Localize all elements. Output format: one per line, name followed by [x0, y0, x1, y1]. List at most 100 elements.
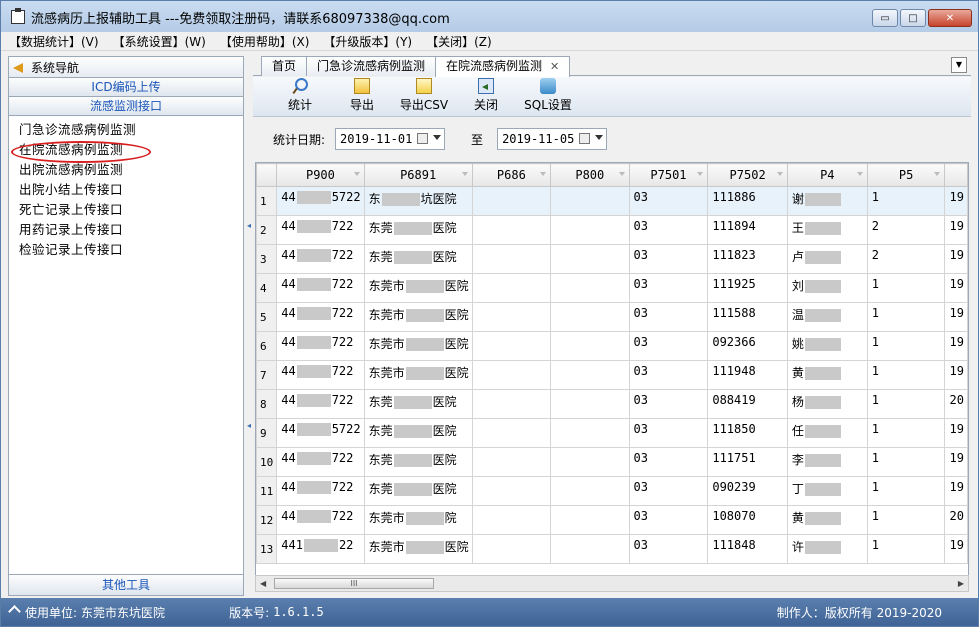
table-cell[interactable]: 111588 — [707, 302, 788, 332]
table-cell[interactable]: 20 — [944, 389, 968, 419]
table-cell[interactable] — [471, 389, 552, 419]
table-row[interactable]: 6 44 722 东莞市 医院 03 092366 姚 1 19 — [256, 331, 968, 361]
table-row[interactable]: 1 44 5722 东 坑医院 03 111886 谢 1 19 — [256, 186, 968, 216]
table-cell[interactable]: 111751 — [707, 447, 788, 477]
table-cell[interactable]: 杨 — [786, 389, 868, 419]
table-cell[interactable]: 1 — [866, 331, 946, 361]
table-row[interactable]: 4 44 722 东莞市 医院 03 111925 刘 1 19 — [256, 273, 968, 303]
table-cell[interactable]: 东莞 医院 — [363, 418, 473, 448]
table-row[interactable]: 11 44 722 东莞 医院 03 090239 丁 1 19 — [256, 476, 968, 506]
table-cell[interactable]: 19 — [944, 331, 968, 361]
table-cell[interactable]: 东莞 医院 — [363, 447, 473, 477]
table-cell[interactable]: 44 722 — [276, 273, 365, 303]
scroll-left-icon[interactable]: ◀ — [260, 579, 266, 588]
menu-upgrade[interactable]: 【升级版本】(Y) — [323, 33, 412, 50]
sidebar-item-outpatient-flu[interactable]: 门急诊流感病例监测 — [19, 120, 243, 140]
table-cell[interactable]: 1 — [866, 389, 946, 419]
table-cell[interactable]: 44 722 — [276, 447, 365, 477]
table-cell[interactable] — [550, 215, 630, 245]
chevron-up-icon[interactable] — [9, 607, 21, 617]
table-cell[interactable] — [550, 186, 630, 216]
table-cell[interactable]: 090239 — [707, 476, 788, 506]
table-cell[interactable]: 9 — [256, 418, 278, 448]
close-window-button[interactable]: ✕ — [928, 9, 972, 27]
table-row[interactable]: 8 44 722 东莞 医院 03 088419 杨 1 20 — [256, 389, 968, 419]
table-cell[interactable]: 东莞市 医院 — [363, 331, 473, 361]
sidebar-item-discharge-summary[interactable]: 出院小结上传接口 — [19, 180, 243, 200]
table-cell[interactable]: 44 722 — [276, 476, 365, 506]
close-tab-button[interactable]: 关闭 — [455, 77, 517, 116]
table-cell[interactable]: 李 — [786, 447, 868, 477]
table-cell[interactable]: 19 — [944, 360, 968, 390]
table-cell[interactable]: 03 — [628, 389, 709, 419]
table-cell[interactable]: 44 722 — [276, 244, 365, 274]
table-cell[interactable]: 2 — [866, 244, 946, 274]
tab-home[interactable]: 首页 — [261, 56, 308, 76]
table-cell[interactable] — [471, 302, 552, 332]
sidebar-tab-flu-interface[interactable]: 流感监测接口 — [9, 97, 243, 116]
table-cell[interactable]: 44 5722 — [276, 186, 365, 216]
table-cell[interactable]: 11 — [256, 476, 278, 506]
table-cell[interactable]: 19 — [944, 418, 968, 448]
table-cell[interactable] — [550, 273, 630, 303]
table-cell[interactable]: 03 — [628, 418, 709, 448]
table-cell[interactable]: 03 — [628, 273, 709, 303]
menu-data-stats[interactable]: 【数据统计】(V) — [9, 33, 99, 50]
sidebar-tab-other-tools[interactable]: 其他工具 — [9, 574, 243, 595]
table-cell[interactable]: 3 — [256, 244, 278, 274]
table-cell[interactable]: 温 — [786, 302, 868, 332]
table-cell[interactable]: 谢 — [786, 186, 868, 216]
table-cell[interactable]: 东莞 医院 — [363, 476, 473, 506]
table-cell[interactable]: 088419 — [707, 389, 788, 419]
table-row[interactable]: 5 44 722 东莞市 医院 03 111588 温 1 19 — [256, 302, 968, 332]
scroll-thumb[interactable]: III — [274, 578, 434, 589]
table-cell[interactable]: 1 — [866, 505, 946, 535]
table-cell[interactable]: 1 — [866, 186, 946, 216]
sidebar-item-death-record[interactable]: 死亡记录上传接口 — [19, 200, 243, 220]
table-cell[interactable]: 东莞市 医院 — [363, 360, 473, 390]
horizontal-scrollbar[interactable]: ◀ III ▶ — [255, 575, 969, 592]
tab-inpatient-flu[interactable]: 在院流感病例监测 ✕ — [435, 56, 571, 77]
table-cell[interactable]: 108070 — [707, 505, 788, 535]
table-cell[interactable]: 03 — [628, 244, 709, 274]
table-cell[interactable]: 441 22 — [276, 534, 365, 564]
table-cell[interactable]: 03 — [628, 331, 709, 361]
table-cell[interactable]: 44 5722 — [276, 418, 365, 448]
data-grid[interactable]: P900 P6891 P686 P800 P7501 P7502 P4 P5 1… — [255, 162, 969, 592]
table-cell[interactable]: 111850 — [707, 418, 788, 448]
table-cell[interactable] — [471, 244, 552, 274]
table-cell[interactable]: 黄 — [786, 505, 868, 535]
table-cell[interactable]: 03 — [628, 476, 709, 506]
sql-settings-button[interactable]: SQL设置 — [517, 77, 579, 116]
table-cell[interactable] — [471, 447, 552, 477]
table-cell[interactable]: 19 — [944, 244, 968, 274]
end-date-picker[interactable]: 2019-11-05 — [497, 128, 608, 150]
menu-close[interactable]: 【关闭】(Z) — [426, 33, 492, 50]
table-cell[interactable]: 111925 — [707, 273, 788, 303]
table-cell[interactable] — [471, 534, 552, 564]
table-cell[interactable] — [550, 505, 630, 535]
table-cell[interactable]: 1 — [866, 447, 946, 477]
scroll-right-icon[interactable]: ▶ — [958, 579, 964, 588]
table-cell[interactable]: 1 — [866, 273, 946, 303]
column-header[interactable]: P900 — [276, 163, 365, 187]
table-cell[interactable]: 1 — [256, 186, 278, 216]
table-cell[interactable]: 03 — [628, 505, 709, 535]
table-cell[interactable] — [471, 273, 552, 303]
export-csv-button[interactable]: 导出CSV — [393, 77, 455, 116]
table-cell[interactable]: 12 — [256, 505, 278, 535]
table-cell[interactable]: 1 — [866, 534, 946, 564]
column-header[interactable]: P7501 — [628, 163, 709, 187]
table-cell[interactable]: 2 — [256, 215, 278, 245]
table-cell[interactable] — [550, 389, 630, 419]
table-cell[interactable]: 东莞 医院 — [363, 244, 473, 274]
table-cell[interactable] — [471, 215, 552, 245]
tab-list-dropdown[interactable]: ▼ — [951, 57, 967, 73]
table-cell[interactable]: 03 — [628, 534, 709, 564]
table-cell[interactable]: 19 — [944, 215, 968, 245]
sidebar-tab-icd-upload[interactable]: ICD编码上传 — [9, 78, 243, 97]
table-cell[interactable] — [550, 418, 630, 448]
minimize-button[interactable]: ▭ — [872, 9, 898, 27]
title-bar[interactable]: 流感病历上报辅助工具 ---免费领取注册码，请联系68097338@qq.com… — [1, 1, 978, 33]
table-row[interactable]: 9 44 5722 东莞 医院 03 111850 任 1 19 — [256, 418, 968, 448]
